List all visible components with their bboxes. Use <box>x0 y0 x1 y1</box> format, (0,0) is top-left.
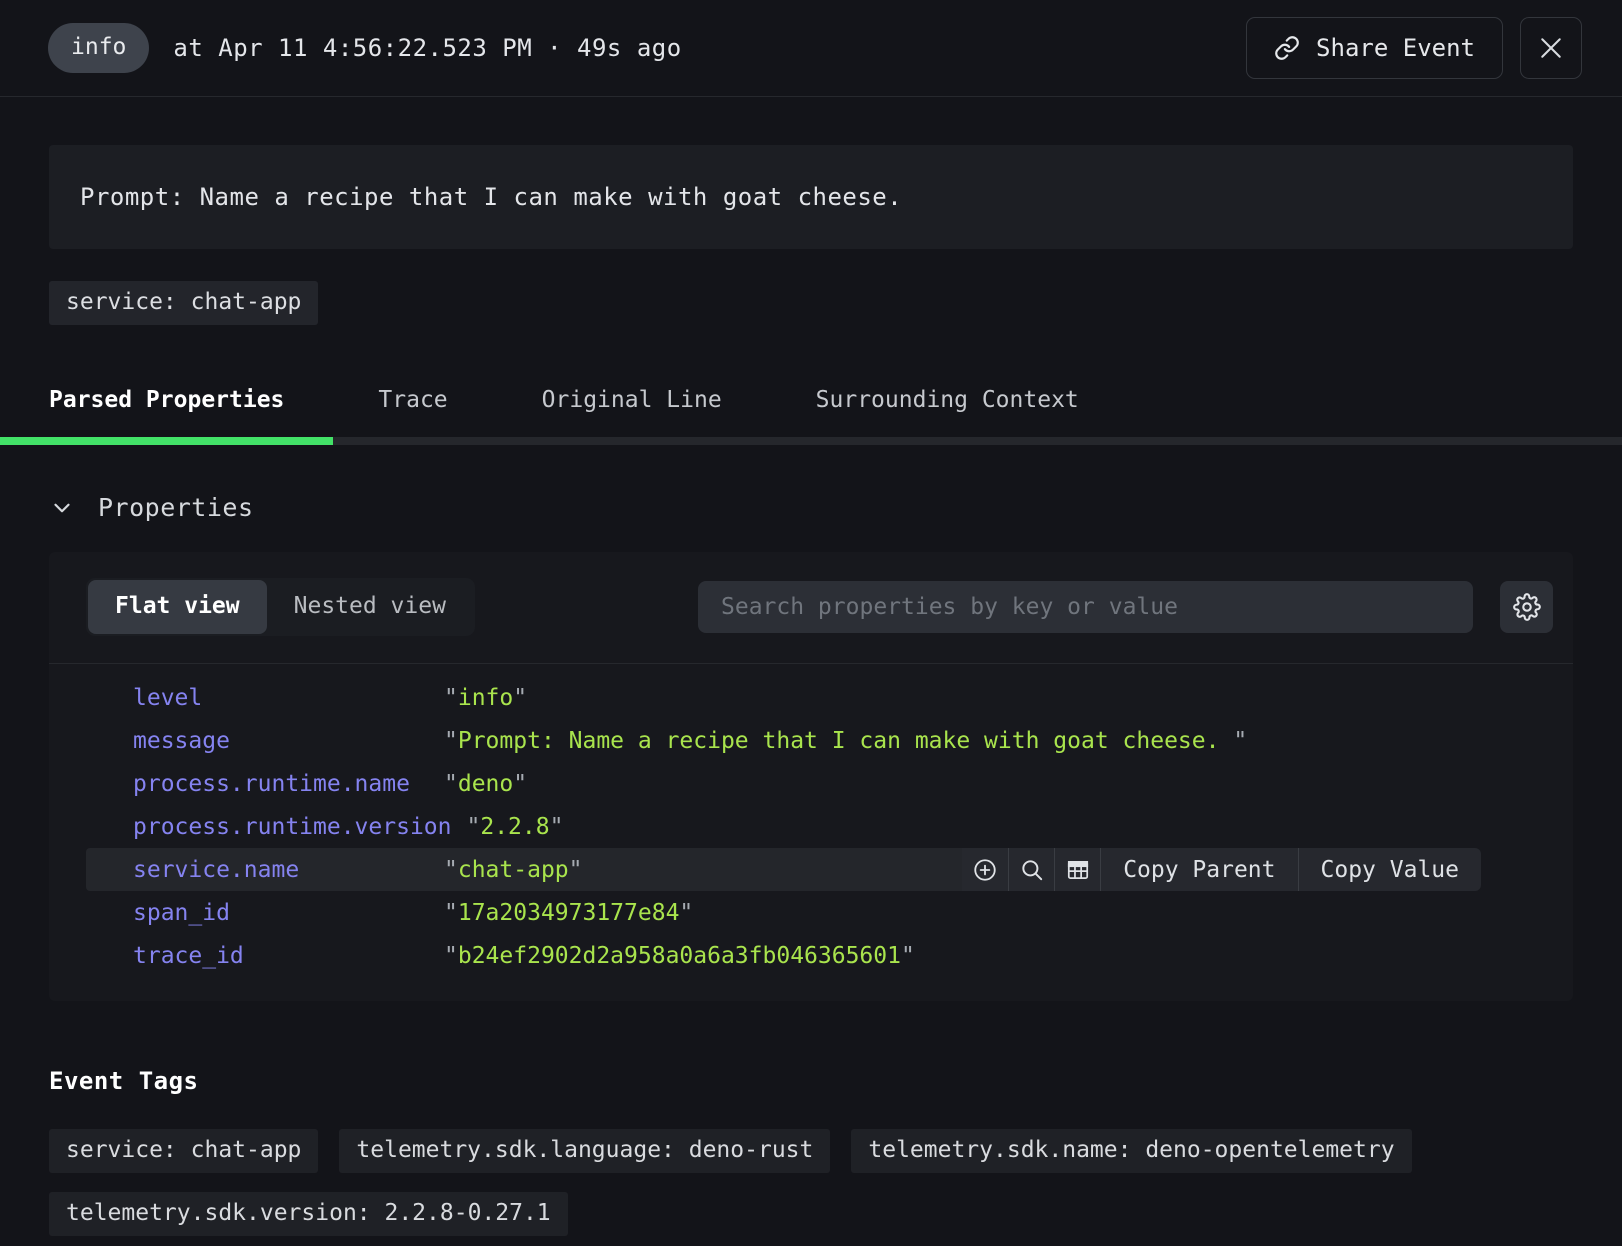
property-value: "b24ef2902d2a958a0a6a3fb046365601" <box>444 943 915 969</box>
event-header: info at Apr 11 4:56:22.523 PM · 49s ago … <box>0 0 1622 97</box>
property-row-level: level "info" <box>86 676 1573 719</box>
property-key: span_id <box>133 900 429 926</box>
property-key: service.name <box>133 857 429 883</box>
property-kv-process.runtime.version[interactable]: process.runtime.version "2.2.8" <box>86 805 1573 848</box>
detail-tabs: Parsed PropertiesTraceOriginal LineSurro… <box>0 369 1622 445</box>
event-tag[interactable]: telemetry.sdk.language: deno-rust <box>339 1129 830 1173</box>
share-event-button[interactable]: Share Event <box>1246 17 1503 79</box>
event-timestamp: at Apr 11 4:56:22.523 PM · 49s ago <box>173 34 681 62</box>
event-tag[interactable]: telemetry.sdk.version: 2.2.8-0.27.1 <box>49 1192 568 1236</box>
chevron-down-icon <box>49 495 75 521</box>
property-value: "17a2034973177e84" <box>444 900 693 926</box>
property-row-service.name: service.name "chat-app" Copy ParentCopy Va… <box>86 848 1573 891</box>
property-value: "2.2.8" <box>467 814 564 840</box>
service-tag[interactable]: service: chat-app <box>49 281 318 325</box>
event-message-preview: Prompt: Name a recipe that I can make wi… <box>49 145 1573 249</box>
add-circle-action-button[interactable] <box>962 848 1008 891</box>
property-key: message <box>133 728 429 754</box>
property-value: "deno" <box>444 771 527 797</box>
table-action-button[interactable] <box>1054 848 1100 891</box>
tab-original-line[interactable]: Original Line <box>495 369 769 437</box>
property-kv-span_id[interactable]: span_id "17a2034973177e84" <box>86 891 1573 934</box>
event-summary: Prompt: Name a recipe that I can make wi… <box>0 145 1622 325</box>
row-actions-toolbar: Copy ParentCopy Value <box>962 848 1481 891</box>
tab-underline-track <box>0 437 1622 445</box>
property-kv-message[interactable]: message "Prompt: Name a recipe that I can… <box>86 719 1573 762</box>
property-value: "Prompt: Name a recipe that I can make w… <box>444 728 1247 754</box>
property-row-trace_id: trace_id "b24ef2902d2a958a0a6a3fb04636560… <box>86 934 1573 977</box>
table-icon <box>1065 857 1091 883</box>
add-circle-icon <box>972 857 998 883</box>
property-row-span_id: span_id "17a2034973177e84" <box>86 891 1573 934</box>
property-value: "chat-app" <box>444 857 583 883</box>
property-row-process.runtime.name: process.runtime.name "deno" <box>86 762 1573 805</box>
property-key: process.runtime.version <box>133 814 452 840</box>
link-icon <box>1274 35 1300 61</box>
event-tags-section: Event Tags service: chat-app telemetry.sd… <box>49 1067 1573 1236</box>
property-row-process.runtime.version: process.runtime.version "2.2.8" <box>86 805 1573 848</box>
property-key: trace_id <box>133 943 429 969</box>
tab-surrounding-context[interactable]: Surrounding Context <box>769 369 1126 437</box>
property-key: level <box>133 685 429 711</box>
properties-section-header[interactable]: Properties <box>49 493 1622 522</box>
close-button[interactable] <box>1520 17 1582 79</box>
property-kv-level[interactable]: level "info" <box>86 676 1573 719</box>
share-event-label: Share Event <box>1316 34 1475 62</box>
tab-parsed-properties[interactable]: Parsed Properties <box>0 369 331 437</box>
flat-view-button[interactable]: Flat view <box>88 580 267 634</box>
event-tag[interactable]: telemetry.sdk.name: deno-opentelemetry <box>851 1129 1411 1173</box>
property-kv-trace_id[interactable]: trace_id "b24ef2902d2a958a0a6a3fb04636560… <box>86 934 1573 977</box>
event-detail-view: info at Apr 11 4:56:22.523 PM · 49s ago … <box>0 0 1622 1236</box>
nested-view-button[interactable]: Nested view <box>267 580 473 634</box>
property-value: "info" <box>444 685 527 711</box>
view-toggle: Flat view Nested view <box>86 578 475 636</box>
properties-table: level "info" message "Prompt: Name a recipe… <box>49 664 1573 1001</box>
gear-icon <box>1513 593 1541 621</box>
active-tab-indicator <box>0 437 333 445</box>
property-row-message: message "Prompt: Name a recipe that I can… <box>86 719 1573 762</box>
property-key: process.runtime.name <box>133 771 429 797</box>
search-icon <box>1019 857 1045 883</box>
properties-settings-button[interactable] <box>1500 581 1553 633</box>
event-tags-title: Event Tags <box>49 1067 1573 1095</box>
properties-search-input[interactable] <box>698 581 1473 633</box>
copy-value-button[interactable]: Copy Value <box>1298 848 1481 891</box>
properties-title: Properties <box>98 493 254 522</box>
event-tag[interactable]: service: chat-app <box>49 1129 318 1173</box>
tab-trace[interactable]: Trace <box>331 369 494 437</box>
property-kv-process.runtime.name[interactable]: process.runtime.name "deno" <box>86 762 1573 805</box>
search-action-button[interactable] <box>1008 848 1054 891</box>
header-actions: Share Event <box>1246 17 1582 79</box>
copy-parent-button[interactable]: Copy Parent <box>1100 848 1297 891</box>
close-icon <box>1536 33 1566 63</box>
level-badge: info <box>48 23 149 73</box>
properties-toolbar: Flat view Nested view <box>49 552 1573 664</box>
property-kv-service.name[interactable]: service.name "chat-app" <box>86 848 962 891</box>
event-tag-list: service: chat-app telemetry.sdk.language:… <box>49 1129 1469 1236</box>
properties-panel: Flat view Nested view level "info" message… <box>49 552 1573 1001</box>
